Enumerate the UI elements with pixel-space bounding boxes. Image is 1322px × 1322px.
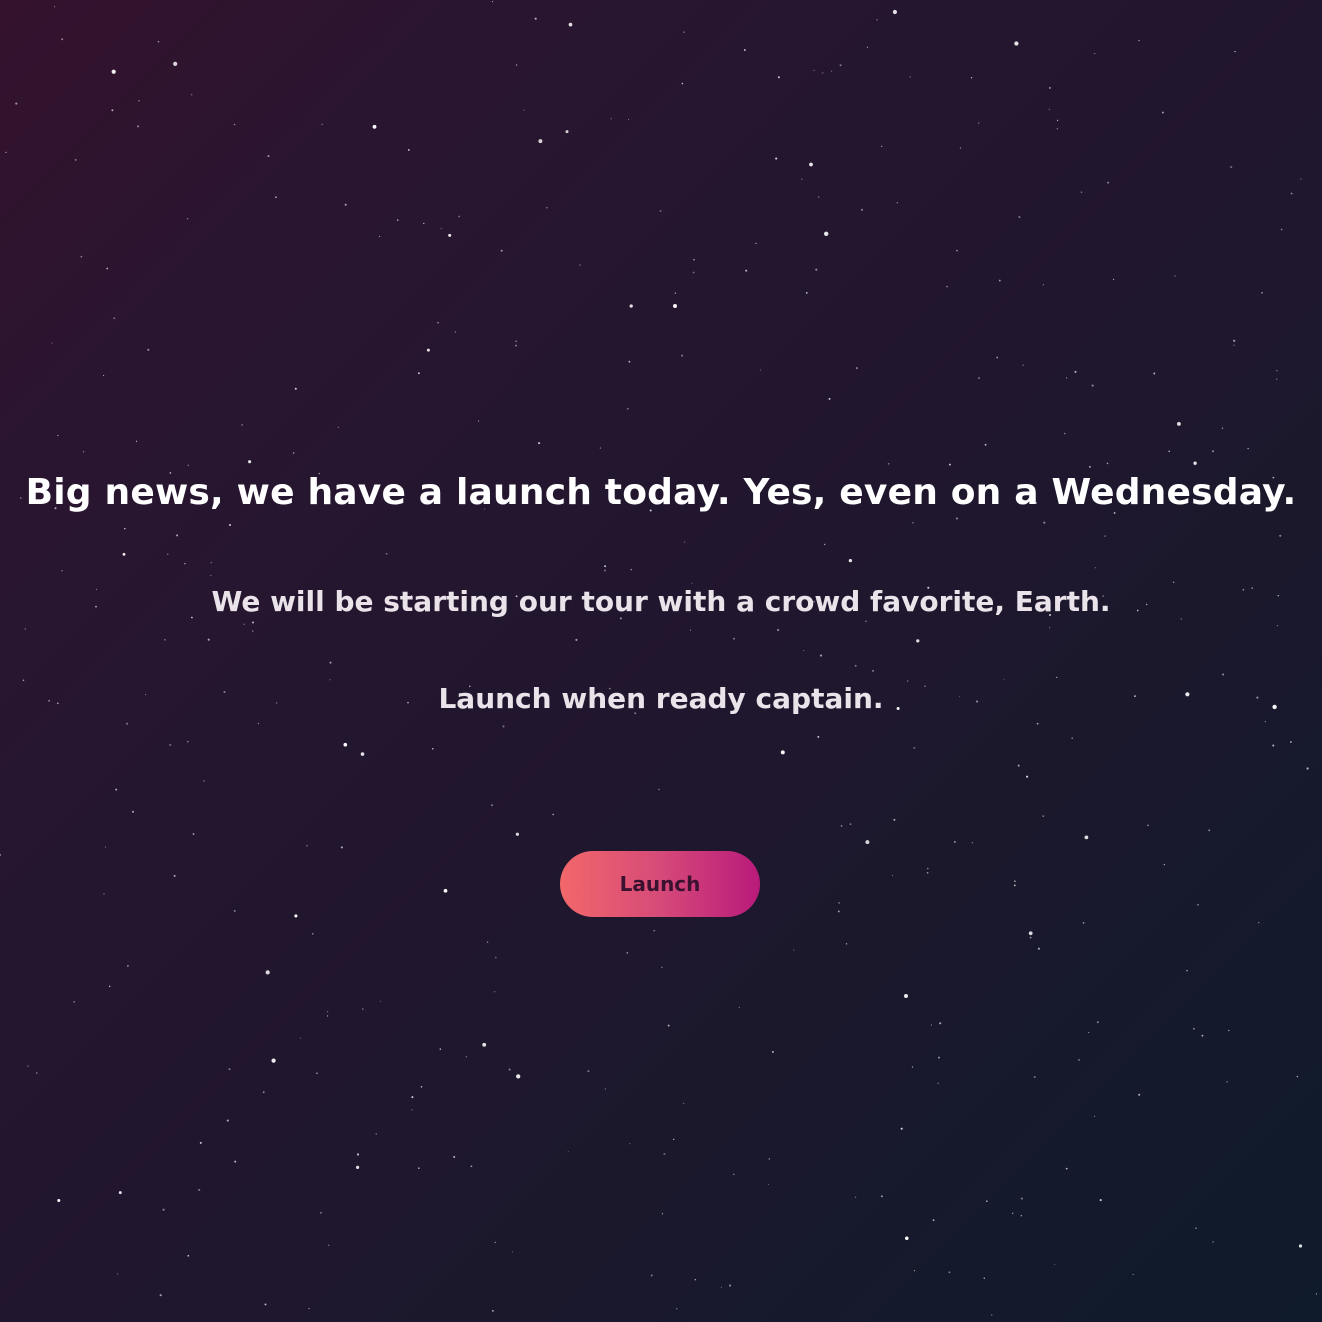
hero-subline: We will be starting our tour with a crow…: [211, 585, 1111, 618]
launch-button[interactable]: Launch: [560, 851, 760, 917]
hero-section: Big news, we have a launch today. Yes, e…: [0, 0, 1322, 1322]
launch-prompt-text: Launch when ready captain.: [438, 682, 884, 715]
hero-headline: Big news, we have a launch today. Yes, e…: [25, 472, 1297, 513]
